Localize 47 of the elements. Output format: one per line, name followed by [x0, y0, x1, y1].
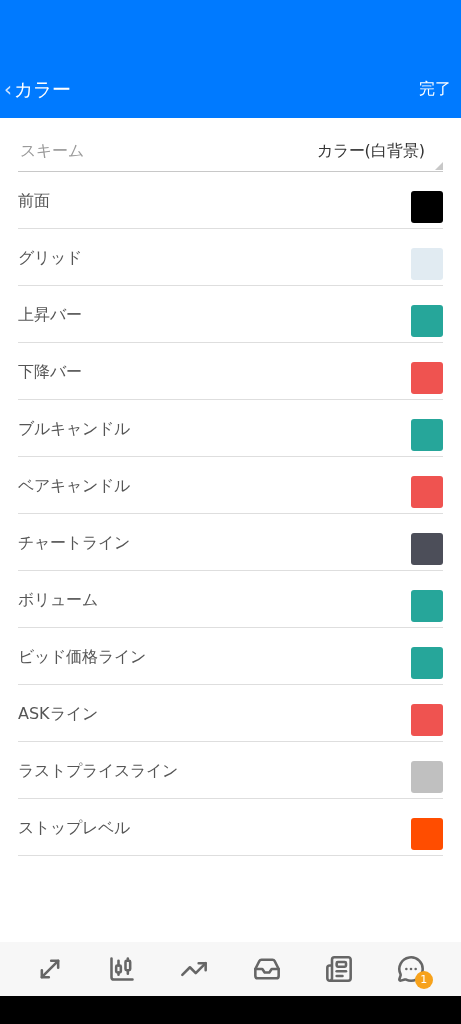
- back-icon: ‹: [4, 74, 12, 104]
- candlestick-icon: [108, 955, 137, 983]
- back-button[interactable]: ‹カラー: [4, 74, 71, 104]
- setting-label: ストップレベル: [18, 817, 130, 839]
- notification-badge: 1: [414, 971, 433, 989]
- color-swatch[interactable]: [411, 761, 443, 793]
- color-setting-row[interactable]: ブルキャンドル: [18, 400, 443, 457]
- scheme-dropdown[interactable]: スキーム カラー(白背景): [18, 130, 443, 172]
- setting-label: ベアキャンドル: [18, 475, 130, 497]
- setting-label: ASKライン: [18, 703, 98, 725]
- setting-label: 下降バー: [18, 361, 82, 383]
- color-setting-row[interactable]: チャートライン: [18, 514, 443, 571]
- setting-label: ブルキャンドル: [18, 418, 130, 440]
- color-swatch[interactable]: [411, 647, 443, 679]
- color-setting-row[interactable]: 下降バー: [18, 343, 443, 400]
- color-setting-row[interactable]: ベアキャンドル: [18, 457, 443, 514]
- inbox-icon: [252, 955, 281, 983]
- color-swatch[interactable]: [411, 191, 443, 223]
- dropdown-corner-icon: [435, 162, 443, 170]
- color-swatch[interactable]: [411, 419, 443, 451]
- setting-label: チャートライン: [18, 532, 130, 554]
- setting-label: ビッド価格ライン: [18, 646, 146, 668]
- setting-label: 上昇バー: [18, 304, 82, 326]
- done-button[interactable]: 完了: [419, 77, 451, 101]
- chat-icon: [396, 955, 425, 983]
- setting-label: ラストプライスライン: [18, 760, 178, 782]
- color-swatch[interactable]: [411, 476, 443, 508]
- color-swatch[interactable]: [411, 704, 443, 736]
- setting-label: グリッド: [18, 247, 82, 269]
- color-swatch[interactable]: [411, 362, 443, 394]
- page-title: カラー: [14, 76, 71, 102]
- setting-label: ボリューム: [18, 589, 98, 611]
- color-swatch[interactable]: [411, 590, 443, 622]
- color-swatch[interactable]: [411, 533, 443, 565]
- color-setting-row[interactable]: 上昇バー: [18, 286, 443, 343]
- color-swatch[interactable]: [411, 818, 443, 850]
- color-setting-row[interactable]: ストップレベル: [18, 799, 443, 856]
- newspaper-icon: [324, 955, 353, 983]
- color-setting-row[interactable]: ラストプライスライン: [18, 742, 443, 799]
- color-setting-row[interactable]: グリッド: [18, 229, 443, 286]
- setting-label: 前面: [18, 190, 50, 212]
- color-swatch[interactable]: [411, 248, 443, 280]
- color-swatch[interactable]: [411, 305, 443, 337]
- color-setting-row[interactable]: ビッド価格ライン: [18, 628, 443, 685]
- color-setting-row[interactable]: 前面: [18, 172, 443, 229]
- color-setting-row[interactable]: ボリューム: [18, 571, 443, 628]
- color-setting-row[interactable]: ASKライン: [18, 685, 443, 742]
